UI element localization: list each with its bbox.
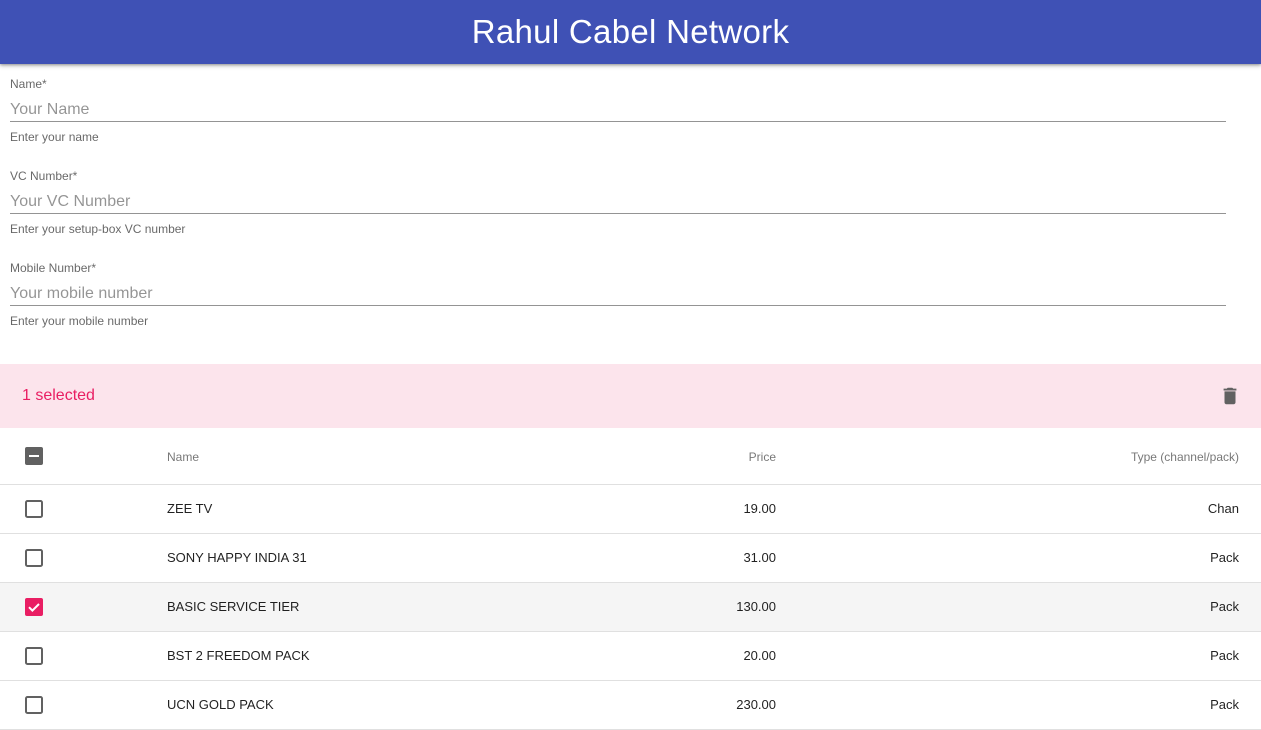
row-checkbox[interactable] <box>24 646 44 666</box>
table-header-row: Name Price Type (channel/pack) <box>0 428 1261 485</box>
selected-count: 1 selected <box>22 387 95 404</box>
channel-table: Name Price Type (channel/pack) ZEE TV 19… <box>0 428 1261 730</box>
name-helper-text: Enter your name <box>10 130 99 144</box>
mobile-number-input[interactable] <box>10 282 1226 306</box>
table-row[interactable]: UCN GOLD PACK 230.00 Pack <box>0 681 1261 730</box>
vc-number-helper-text: Enter your setup-box VC number <box>10 222 186 236</box>
row-price: 230.00 <box>736 697 776 712</box>
app-title: Rahul Cabel Network <box>471 13 790 50</box>
column-header-type[interactable]: Type (channel/pack) <box>1131 428 1239 484</box>
row-type: Pack <box>1210 550 1239 565</box>
mobile-number-field: Mobile Number* Enter your mobile number <box>10 261 1226 328</box>
table-row[interactable]: SONY HAPPY INDIA 31 31.00 Pack <box>0 534 1261 583</box>
row-price: 130.00 <box>736 599 776 614</box>
name-input[interactable] <box>10 98 1226 122</box>
row-checkbox[interactable] <box>24 597 44 617</box>
row-type: Chan <box>1207 501 1239 516</box>
row-checkbox[interactable] <box>24 695 44 715</box>
row-type: Pack <box>1210 599 1239 614</box>
name-field: Name* Enter your name <box>10 77 1226 144</box>
mobile-number-helper-text: Enter your mobile number <box>10 314 149 328</box>
vc-number-input[interactable] <box>10 190 1226 214</box>
row-type: Pack <box>1210 697 1239 712</box>
row-price: 20.00 <box>743 648 776 663</box>
column-header-name[interactable]: Name <box>167 428 199 484</box>
row-name: BASIC SERVICE TIER <box>167 599 300 614</box>
mobile-number-label: Mobile Number* <box>10 261 97 275</box>
trash-icon[interactable] <box>1219 385 1241 407</box>
row-type: Pack <box>1210 648 1239 663</box>
row-checkbox[interactable] <box>24 548 44 568</box>
vc-number-label: VC Number* <box>10 169 78 183</box>
row-name: UCN GOLD PACK <box>167 697 274 712</box>
vc-number-field: VC Number* Enter your setup-box VC numbe… <box>10 169 1226 236</box>
name-label: Name* <box>10 77 47 91</box>
row-price: 31.00 <box>743 550 776 565</box>
table-row[interactable]: ZEE TV 19.00 Chan <box>0 485 1261 534</box>
row-name: ZEE TV <box>167 501 213 516</box>
select-all-checkbox[interactable] <box>24 446 44 466</box>
column-header-price[interactable]: Price <box>749 428 776 484</box>
row-checkbox[interactable] <box>24 499 44 519</box>
row-name: SONY HAPPY INDIA 31 <box>167 550 307 565</box>
row-price: 19.00 <box>743 501 776 516</box>
row-name: BST 2 FREEDOM PACK <box>167 648 310 663</box>
table-row[interactable]: BST 2 FREEDOM PACK 20.00 Pack <box>0 632 1261 681</box>
table-row[interactable]: BASIC SERVICE TIER 130.00 Pack <box>0 583 1261 632</box>
app-bar: Rahul Cabel Network <box>0 0 1261 64</box>
selection-toolbar: 1 selected <box>0 364 1261 428</box>
